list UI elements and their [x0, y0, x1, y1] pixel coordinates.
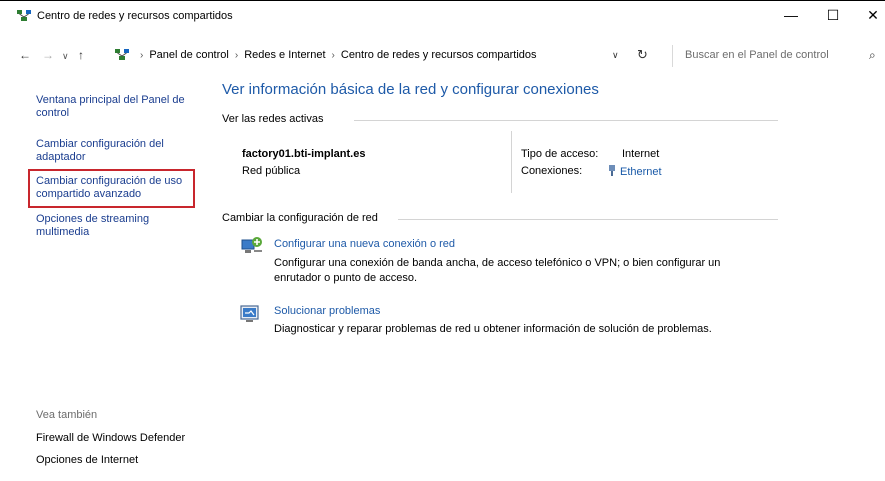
access-type-value: Internet — [622, 148, 660, 160]
control-panel-icon — [115, 49, 129, 64]
sidebar-link-adapter-settings[interactable]: Cambiar configuración del adaptador — [36, 138, 196, 164]
refresh-button[interactable]: ↻ — [637, 47, 648, 63]
back-button[interactable]: ← — [19, 48, 31, 62]
breadcrumb-network-internet[interactable]: Redes e Internet — [244, 49, 325, 61]
setup-new-connection-description: Configurar una conexión de banda ancha, … — [274, 257, 721, 284]
address-dropdown-button[interactable]: ∨ — [612, 50, 619, 61]
chevron-right-icon[interactable]: › — [235, 50, 238, 61]
see-also-firewall-link[interactable]: Firewall de Windows Defender — [36, 432, 185, 445]
recent-locations-button[interactable]: ∨ — [62, 51, 69, 62]
title-bar: Centro de redes y recursos compartidos —… — [0, 0, 885, 30]
address-bar: ← → ∨ ↑ › Panel de control › Redes e Intern… — [0, 44, 885, 68]
chevron-right-icon: › — [140, 50, 144, 61]
close-button[interactable]: ✕ — [858, 4, 885, 26]
up-button[interactable]: ↑ — [78, 48, 84, 62]
network-center-icon — [17, 10, 31, 25]
access-type-label: Tipo de acceso: — [521, 148, 599, 160]
active-networks-label: Ver las redes activas — [222, 113, 324, 125]
sidebar-link-advanced-sharing[interactable]: Cambiar configuración de uso compartido … — [36, 175, 194, 201]
chevron-right-icon[interactable]: › — [332, 50, 335, 61]
troubleshoot-description: Diagnosticar y reparar problemas de red … — [274, 323, 712, 335]
connections-label: Conexiones: — [521, 165, 583, 177]
breadcrumb-network-center[interactable]: Centro de redes y recursos compartidos — [341, 49, 537, 61]
network-name: factory01.bti-implant.es — [242, 148, 366, 160]
search-icon[interactable]: ⌕ — [869, 48, 876, 63]
see-also-heading: Vea también — [36, 409, 98, 421]
search-input[interactable]: Buscar en el Panel de control ⌕ — [672, 45, 882, 67]
setup-new-connection-link[interactable]: Configurar una nueva conexión o red — [274, 238, 455, 250]
divider — [398, 219, 778, 220]
ethernet-label: Ethernet — [620, 166, 662, 178]
sidebar-link-control-panel-home[interactable]: Ventana principal del Panel de control — [36, 94, 196, 120]
forward-button[interactable]: → — [42, 48, 54, 62]
ethernet-connection-link[interactable]: Ethernet — [608, 165, 662, 179]
divider — [511, 131, 512, 193]
maximize-button[interactable]: ☐ — [818, 4, 848, 26]
new-connection-icon — [240, 236, 264, 259]
window-title: Centro de redes y recursos compartidos — [37, 10, 233, 22]
breadcrumb-control-panel[interactable]: Panel de control — [149, 49, 229, 61]
change-settings-label: Cambiar la configuración de red — [222, 212, 378, 224]
sidebar-link-media-streaming[interactable]: Opciones de streaming multimedia — [36, 213, 186, 239]
troubleshoot-icon — [240, 305, 260, 326]
troubleshoot-link[interactable]: Solucionar problemas — [274, 305, 380, 317]
ethernet-icon — [608, 165, 616, 179]
minimize-button[interactable]: — — [776, 4, 806, 26]
page-title: Ver información básica de la red y confi… — [222, 81, 599, 98]
network-type-link[interactable]: Red pública — [242, 165, 300, 177]
divider — [354, 120, 778, 121]
breadcrumb: › Panel de control › Redes e Internet › Centr… — [134, 49, 537, 61]
search-placeholder: Buscar en el Panel de control — [685, 49, 829, 61]
see-also-internet-options-link[interactable]: Opciones de Internet — [36, 454, 138, 467]
